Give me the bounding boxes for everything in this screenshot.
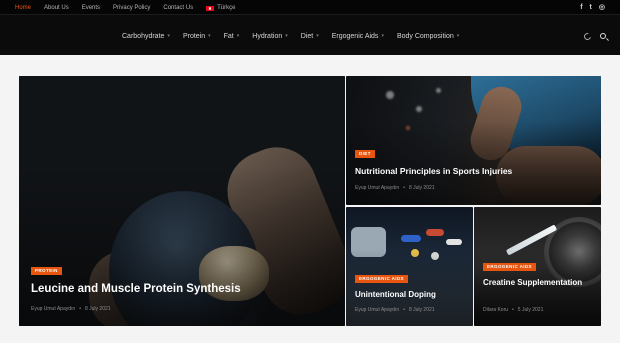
turkish-flag-icon — [206, 5, 215, 11]
nav-item-label: Hydration — [252, 33, 283, 40]
chevron-down-icon: ▾ — [456, 33, 460, 39]
post-date: 8 July 2021 — [408, 185, 435, 191]
chevron-down-icon: ▾ — [236, 33, 240, 39]
post-author[interactable]: Eyup Umut Apaydın — [355, 307, 399, 313]
twitter-icon[interactable]: t — [590, 3, 592, 12]
post-date: 5 July 2021 — [517, 307, 544, 313]
post-meta: Dilara Koru • 5 July 2021 — [483, 307, 544, 313]
category-badge[interactable]: ERGOGENIC AIDS — [355, 275, 408, 283]
post-author[interactable]: Eyup Umut Apaydın — [355, 185, 399, 191]
nav-item-label: Protein — [182, 33, 206, 40]
post-meta: Eyup Umut Apaydın • 8 July 2021 — [31, 306, 111, 312]
nav-item-carbohydrate[interactable]: Carbohydrate ▾ — [122, 32, 170, 41]
nav-item-fat[interactable]: Fat ▾ — [224, 32, 240, 41]
nav-item-protein[interactable]: Protein ▾ — [183, 32, 211, 41]
main-header: Carbohydrate ▾ Protein ▾ Fat ▾ Hydration ▾ D… — [0, 15, 620, 55]
post-card[interactable]: ERGOGENIC AIDS Unintentional Doping Eyup… — [346, 207, 473, 326]
top-nav-home[interactable]: Home — [15, 4, 31, 12]
post-date: 8 July 2021 — [408, 307, 435, 313]
post-card[interactable]: DIET Nutritional Principles in Sports In… — [346, 76, 601, 205]
top-nav-privacy-policy[interactable]: Privacy Policy — [113, 4, 150, 12]
nav-item-label: Carbohydrate — [122, 33, 165, 40]
nav-item-label: Diet — [300, 33, 314, 40]
post-title[interactable]: Unintentional Doping — [355, 290, 470, 300]
chevron-down-icon: ▾ — [167, 33, 170, 39]
category-badge[interactable]: PROTEIN — [31, 267, 62, 275]
top-nav-contact-us[interactable]: Contact Us — [163, 4, 193, 12]
top-nav: Home About Us Events Privacy Policy Cont… — [15, 4, 248, 12]
category-badge[interactable]: DIET — [355, 150, 375, 158]
nav-item-diet[interactable]: Diet ▾ — [301, 32, 319, 41]
instagram-icon[interactable]: ◎ — [599, 3, 605, 12]
post-date: 8 July 2021 — [84, 306, 111, 312]
nav-item-label: Fat — [223, 33, 234, 40]
post-meta: Eyup Umut Apaydın • 8 July 2021 — [355, 185, 435, 191]
nav-item-hydration[interactable]: Hydration ▾ — [252, 32, 287, 41]
post-author[interactable]: Eyup Umut Apaydın — [31, 306, 75, 312]
nav-item-body-composition[interactable]: Body Composition ▾ — [397, 32, 459, 41]
post-author[interactable]: Dilara Koru — [483, 307, 508, 313]
language-label: Türkçe — [217, 5, 236, 11]
category-badge[interactable]: ERGOGENIC AIDS — [483, 263, 536, 271]
top-nav-about-us[interactable]: About Us — [44, 4, 69, 12]
chevron-down-icon: ▾ — [208, 33, 211, 39]
social-links: f t ◎ — [580, 3, 605, 12]
post-title[interactable]: Nutritional Principles in Sports Injurie… — [355, 166, 595, 176]
search-icon[interactable] — [600, 33, 606, 39]
nav-item-label: Body Composition — [396, 33, 454, 40]
nav-item-ergogenic-aids[interactable]: Ergogenic Aids ▾ — [332, 32, 384, 41]
chevron-down-icon: ▾ — [316, 33, 319, 39]
post-card[interactable]: ERGOGENIC AIDS Creatine Supplementation … — [474, 207, 601, 326]
language-switch[interactable]: Türkçe — [206, 4, 235, 12]
header-actions — [582, 31, 606, 42]
top-nav-events[interactable]: Events — [82, 4, 100, 12]
facebook-icon[interactable]: f — [580, 3, 582, 12]
chevron-down-icon: ▾ — [285, 33, 288, 39]
post-meta: Eyup Umut Apaydın • 8 July 2021 — [355, 307, 435, 313]
top-bar: Home About Us Events Privacy Policy Cont… — [0, 0, 620, 15]
main-nav: Carbohydrate ▾ Protein ▾ Fat ▾ Hydration ▾ D… — [122, 32, 472, 41]
chevron-down-icon: ▾ — [381, 33, 384, 39]
featured-post-card[interactable]: PROTEIN Leucine and Muscle Protein Synth… — [19, 76, 345, 326]
post-title[interactable]: Leucine and Muscle Protein Synthesis — [31, 283, 331, 297]
post-title[interactable]: Creatine Supplementation — [483, 278, 598, 288]
dark-mode-toggle-icon[interactable] — [582, 31, 593, 42]
nav-item-label: Ergogenic Aids — [331, 33, 379, 40]
